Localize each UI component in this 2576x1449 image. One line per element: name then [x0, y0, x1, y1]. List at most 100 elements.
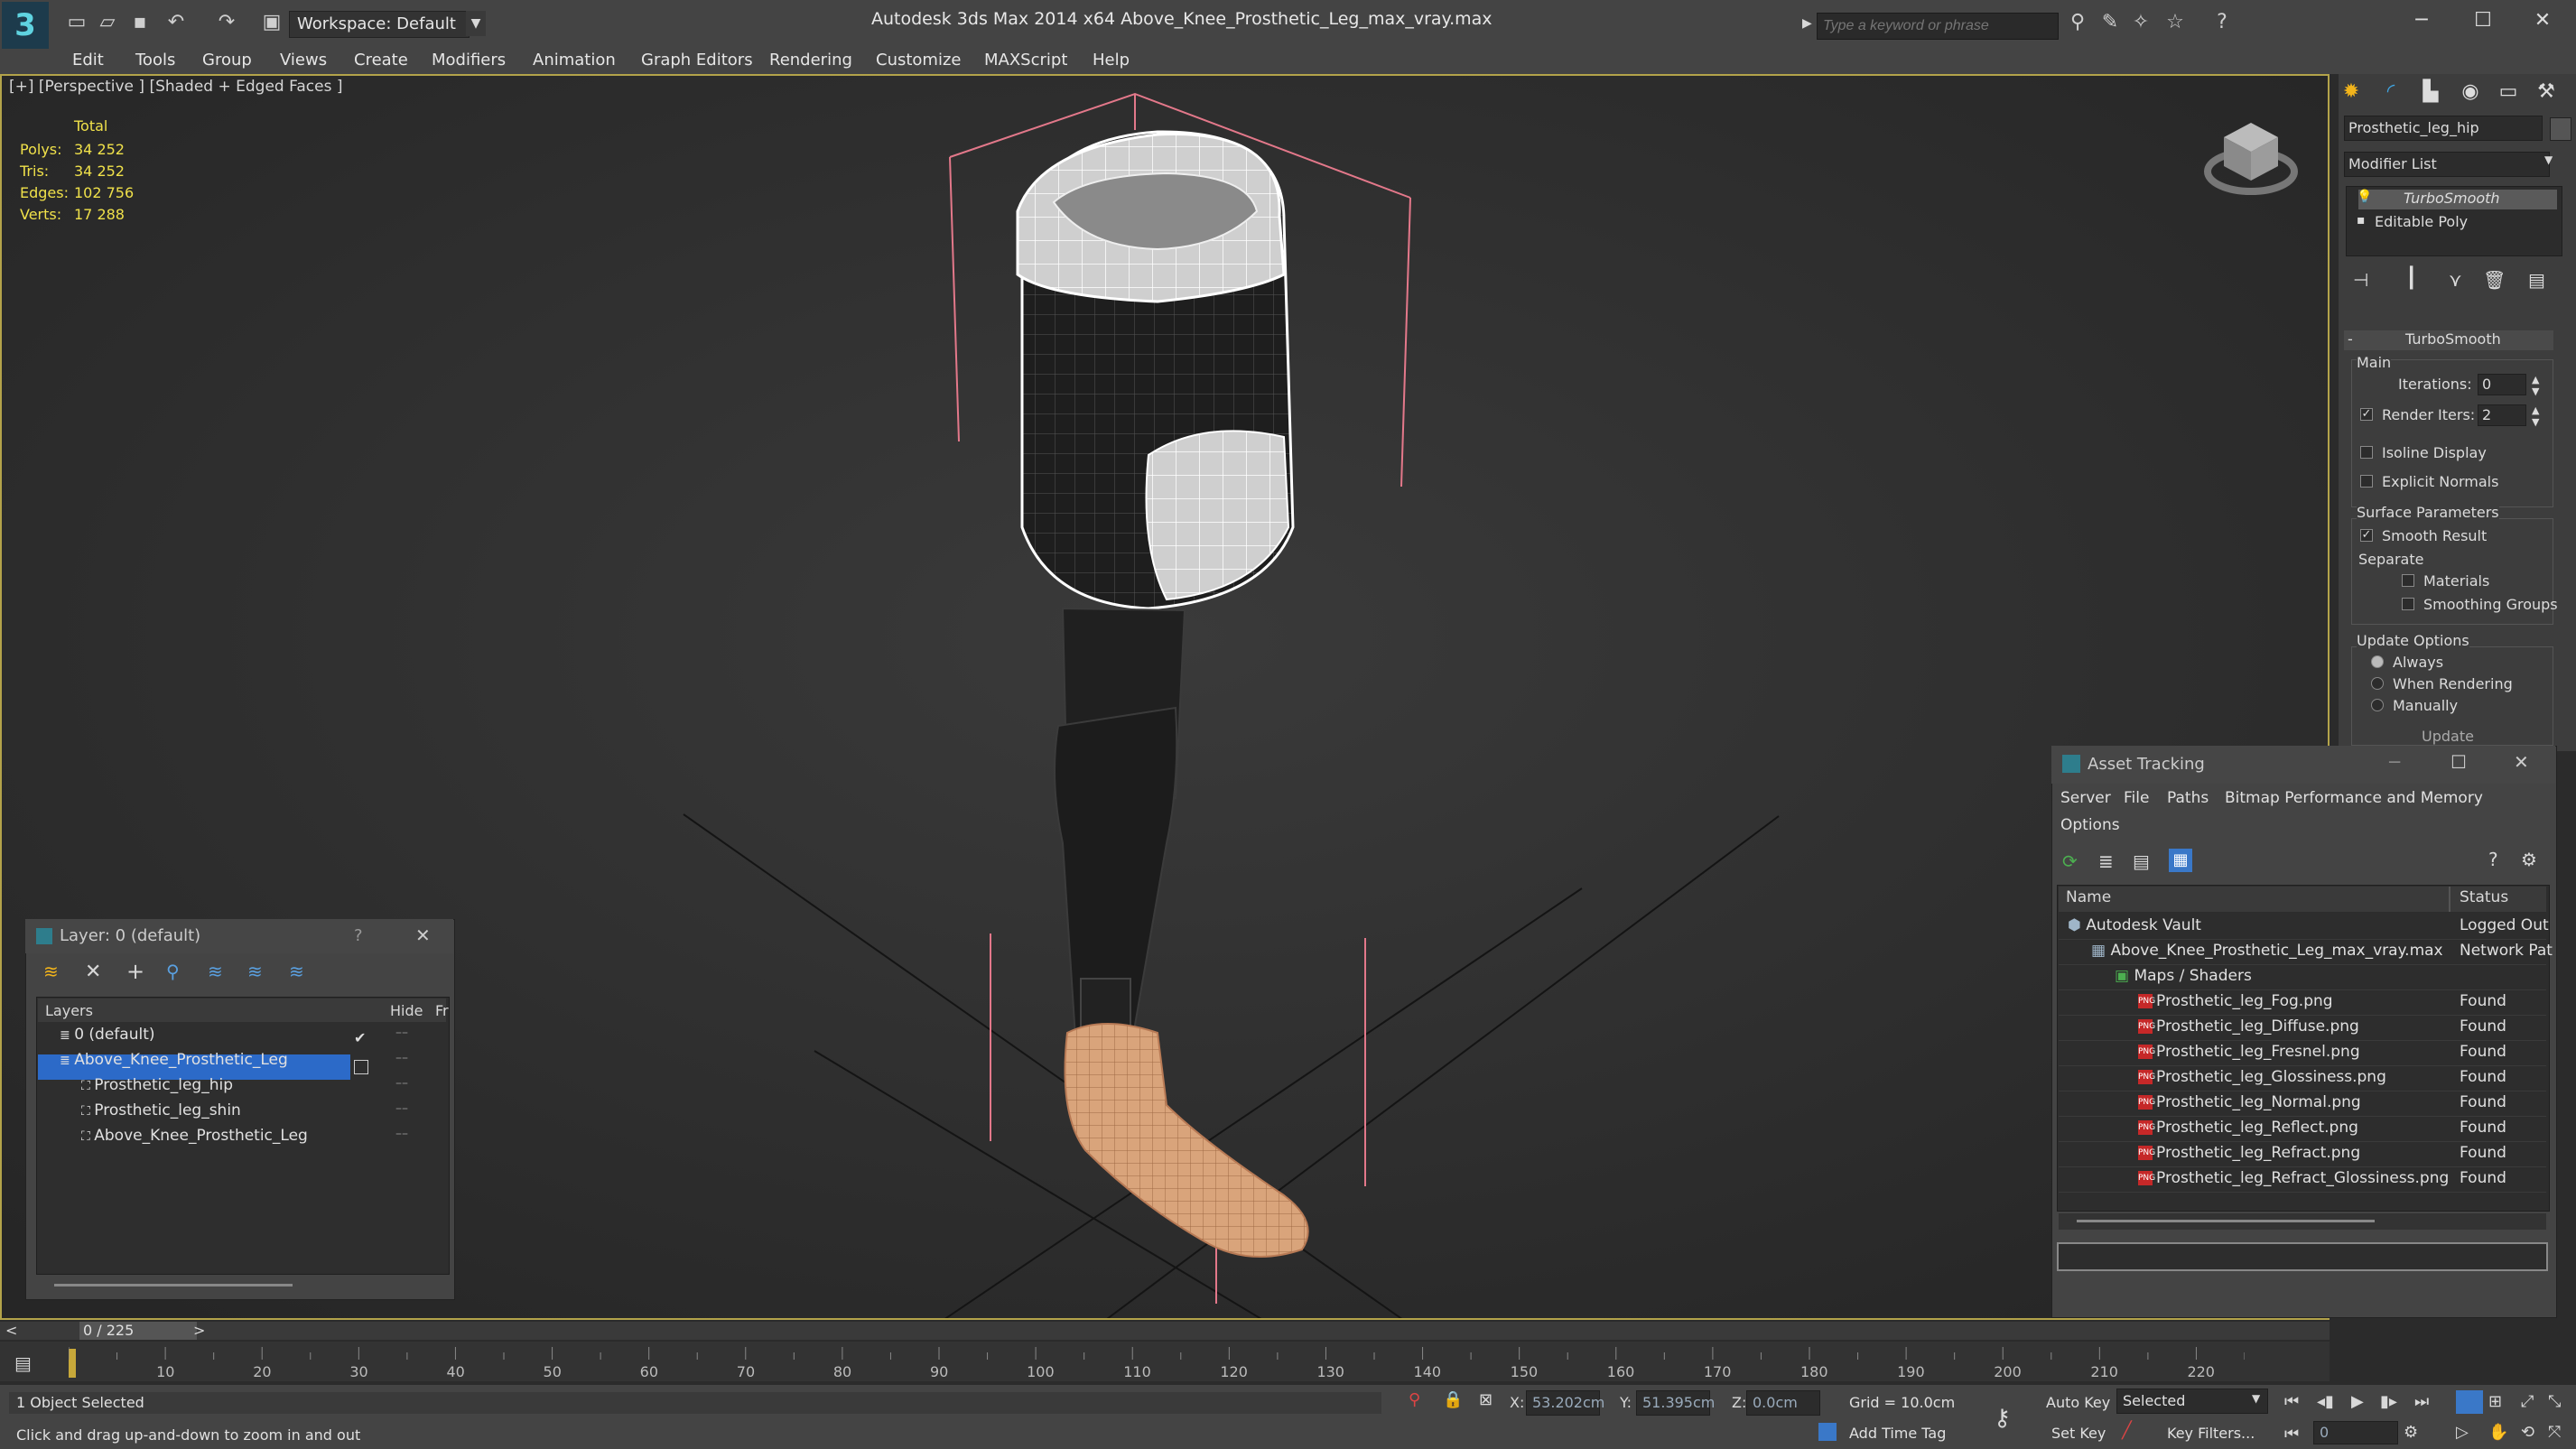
new-layer-icon[interactable]: ≋	[43, 961, 59, 982]
mini-curve-editor-icon[interactable]: ▤	[14, 1352, 32, 1374]
list-view-icon[interactable]: ≣	[2098, 850, 2114, 872]
maximize-viewport-icon[interactable]: ⤧	[2548, 1423, 2561, 1442]
modifier-list-chevron-icon[interactable]: ▼	[2544, 153, 2553, 166]
menu-views[interactable]: Views	[280, 51, 327, 70]
detail-view-icon[interactable]: ▤	[2133, 850, 2150, 872]
layer-hide-toggle[interactable]: ––	[395, 1051, 408, 1065]
refresh-icon[interactable]: ⟳	[2062, 850, 2078, 872]
time-configuration-icon[interactable]: ⚙	[2404, 1423, 2418, 1442]
save-file-icon[interactable]: ▪	[126, 9, 153, 36]
viewport-label[interactable]: [+] [Perspective ] [Shaded + Edged Faces…	[9, 78, 342, 96]
add-time-tag-button[interactable]: Add Time Tag	[1849, 1425, 1946, 1442]
asset-close-button[interactable]: ✕	[2514, 751, 2529, 773]
make-unique-icon[interactable]: ⋎	[2449, 269, 2462, 291]
layer-col-hide[interactable]: Hide	[390, 1002, 423, 1019]
add-to-layer-icon[interactable]: +	[126, 959, 144, 984]
asset-help-icon[interactable]: ?	[2488, 849, 2498, 870]
workspace-chevron-down-icon[interactable]: ▼	[466, 11, 486, 36]
layer-row[interactable]: ⛶ Prosthetic_leg_hip	[81, 1076, 233, 1101]
layer-row[interactable]: ≣ Above_Knee_Prosthetic_Leg	[60, 1051, 288, 1076]
menu-create[interactable]: Create	[354, 51, 408, 70]
asset-pin-icon[interactable]: ⚙	[2521, 849, 2537, 870]
asset-col-divider[interactable]	[2449, 887, 2450, 912]
new-file-icon[interactable]: ▭	[63, 9, 90, 36]
open-file-icon[interactable]: ▱	[94, 9, 121, 36]
manually-radio[interactable]	[2371, 699, 2384, 711]
zoom-extents-icon[interactable]: ⤢	[2521, 1392, 2534, 1411]
key-mode-toggle-icon[interactable]: ⏮	[2284, 1425, 2299, 1444]
asset-row[interactable]: PNGProsthetic_leg_Reflect.png Found	[2059, 1116, 2546, 1142]
hierarchy-tab-icon[interactable]: ▙	[2413, 76, 2449, 108]
asset-row[interactable]: ▦ Above_Knee_Prosthetic_Leg_max_vray.max…	[2059, 939, 2553, 965]
smoothing-groups-checkbox[interactable]	[2402, 598, 2414, 610]
search-expand-icon[interactable]: ▶	[1802, 16, 1812, 31]
asset-row[interactable]: ▣ Maps / Shaders	[2059, 964, 2546, 990]
asset-row[interactable]: PNGProsthetic_leg_Normal.png Found	[2059, 1091, 2546, 1117]
isoline-display-checkbox[interactable]	[2360, 446, 2373, 459]
utilities-tab-icon[interactable]: ⚒	[2528, 76, 2564, 108]
remove-modifier-icon[interactable]: 🗑	[2483, 269, 2506, 291]
menu-animation[interactable]: Animation	[533, 51, 616, 70]
asset-col-status[interactable]: Status	[2460, 888, 2508, 906]
binoculars-icon[interactable]: ⚲	[2064, 9, 2091, 36]
always-radio[interactable]	[2371, 655, 2384, 668]
layer-help-button[interactable]: ?	[354, 926, 363, 945]
time-tag-icon[interactable]	[1818, 1423, 1837, 1441]
configure-modifier-sets-icon[interactable]: ▤	[2528, 269, 2545, 291]
y-coordinate-field[interactable]: 51.395cm	[1636, 1390, 1715, 1416]
workspace-dropdown[interactable]: Workspace: Default	[289, 11, 470, 38]
layer-row[interactable]: ⛶ Above_Knee_Prosthetic_Leg	[81, 1127, 308, 1152]
object-name-field[interactable]: Prosthetic_leg_hip	[2344, 116, 2543, 141]
stack-item-editable-poly[interactable]: Editable Poly	[2375, 213, 2468, 230]
modifier-list-dropdown[interactable]: Modifier List	[2344, 152, 2550, 177]
undo-icon[interactable]: ↶	[163, 9, 190, 36]
subscription-icon[interactable]: ✎	[2097, 9, 2124, 36]
time-slider[interactable]	[0, 1322, 2330, 1340]
create-tab-icon[interactable]: ✹	[2333, 76, 2369, 108]
asset-row[interactable]: PNGProsthetic_leg_Refract_Glossiness.png…	[2059, 1166, 2546, 1193]
asset-menu-server[interactable]: Server	[2060, 789, 2111, 807]
layer-col-freeze[interactable]: Fr	[435, 1002, 449, 1019]
menu-tools[interactable]: Tools	[135, 51, 175, 70]
play-icon[interactable]: ▶	[2351, 1392, 2364, 1411]
modify-tab-icon[interactable]: ◜	[2373, 76, 2409, 108]
time-slider-prev-icon[interactable]: <	[5, 1322, 17, 1339]
minimize-window-button[interactable]: ─	[2402, 5, 2441, 36]
zoom-icon[interactable]	[2456, 1390, 2483, 1414]
select-objects-in-layer-icon[interactable]: ⚲	[166, 961, 180, 982]
asset-path-field[interactable]	[2057, 1242, 2548, 1271]
asset-menu-bitmap-performance[interactable]: Bitmap Performance and Memory	[2225, 789, 2483, 807]
isolate-selection-icon[interactable]: ⚲	[1409, 1390, 1420, 1409]
previous-frame-icon[interactable]: ◂▮	[2317, 1392, 2334, 1411]
zoom-all-icon[interactable]: ⊞	[2488, 1392, 2502, 1411]
viewcube-icon[interactable]	[2201, 116, 2301, 201]
asset-row[interactable]: PNGProsthetic_leg_Diffuse.png Found	[2059, 1015, 2546, 1041]
render-iters-spinner-arrows-icon[interactable]: ▲ ▼	[2532, 404, 2539, 428]
explicit-normals-checkbox[interactable]	[2360, 475, 2373, 488]
selection-set-chevron-icon[interactable]: ▼	[2252, 1392, 2260, 1405]
stack-item-turbosmooth[interactable]: TurboSmooth	[2404, 190, 2500, 207]
update-button[interactable]: Update	[2422, 728, 2474, 745]
go-to-start-icon[interactable]: ⏮	[2284, 1392, 2299, 1411]
search-input[interactable]	[1817, 13, 2059, 40]
display-tab-icon[interactable]: ▭	[2490, 76, 2526, 108]
current-frame-field[interactable]: 0	[2313, 1421, 2398, 1444]
z-coordinate-field[interactable]: 0.0cm	[1746, 1390, 1820, 1416]
highlight-layer-icon[interactable]: ≋	[208, 961, 223, 982]
freeze-all-layers-icon[interactable]: ≋	[289, 961, 304, 982]
layer-row[interactable]: ≣ 0 (default)	[60, 1026, 155, 1051]
favorites-star-icon[interactable]: ☆	[2162, 9, 2189, 36]
hide-all-layers-icon[interactable]: ≋	[247, 961, 263, 982]
table-view-icon[interactable]: ▦	[2169, 849, 2192, 872]
redo-icon[interactable]: ↷	[213, 9, 240, 36]
layer-row[interactable]: ⛶ Prosthetic_leg_shin	[81, 1101, 241, 1127]
help-icon[interactable]: ?	[2209, 9, 2236, 36]
when-rendering-radio[interactable]	[2371, 677, 2384, 690]
asset-maximize-button[interactable]: ☐	[2450, 751, 2467, 773]
smooth-result-checkbox[interactable]: ✓	[2360, 529, 2373, 542]
layer-hide-toggle[interactable]: ––	[395, 1076, 408, 1091]
orbit-icon[interactable]: ⟲	[2521, 1423, 2534, 1442]
asset-row[interactable]: PNGProsthetic_leg_Fog.png Found	[2059, 989, 2546, 1016]
asset-minimize-button[interactable]: ─	[2389, 751, 2400, 773]
current-layer-box-icon[interactable]	[354, 1060, 368, 1074]
